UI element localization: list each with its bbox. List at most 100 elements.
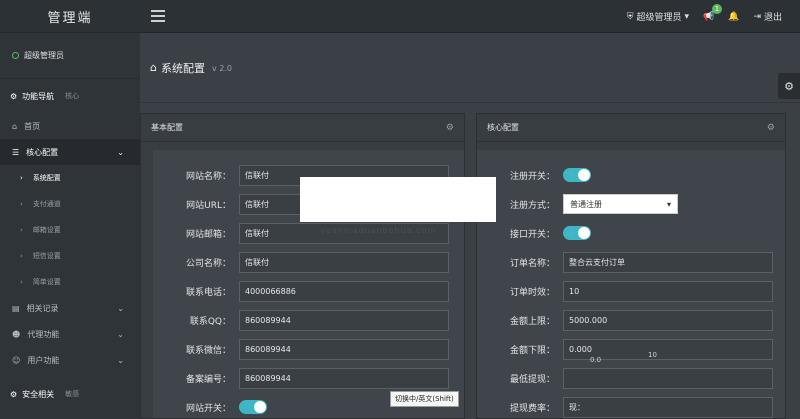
field-label: 订单时效： <box>509 287 555 298</box>
admin-dropdown[interactable]: ⛨ 超级管理员 ▾ <box>626 10 689 24</box>
user-secret-icon: ☻ <box>12 329 21 339</box>
sidebar-item-agent[interactable]: ☻ 代理功能 ⌄ <box>0 321 140 347</box>
field-label: 网站邮箱： <box>185 229 231 240</box>
nav-title: 功能导航 <box>22 91 55 101</box>
page-header: ⌂ 系统配置 v 2.0 <box>140 33 800 103</box>
sidebar-subitem-sms[interactable]: › 短信设置 <box>0 243 140 269</box>
company-name-input[interactable]: 信联付 <box>239 251 449 273</box>
field-label: 网站URL： <box>186 200 231 211</box>
register-mode-select[interactable]: 普通注册 ▾ <box>563 194 678 214</box>
sidebar-subitem-label: 邮箱设置 <box>32 226 61 234</box>
users-icon: ☺ <box>12 355 21 365</box>
panel-title: 基本配置 <box>151 123 183 132</box>
field-row: 联系微信： 860089944 <box>153 338 449 360</box>
sidebar-subitem-label: 短信设置 <box>32 252 61 260</box>
nav-sub: 核心 <box>65 92 80 100</box>
field-row: 联系QQ： 860089944 <box>153 309 449 331</box>
qq-input[interactable]: 860089944 <box>239 309 449 331</box>
register-switch-toggle[interactable] <box>563 168 591 182</box>
order-name-input[interactable]: 整合云支付订单 <box>563 251 773 273</box>
sidebar-subitem-simple[interactable]: › 简单设置 <box>0 269 140 295</box>
sidebar-item-label: 相关记录 <box>26 303 59 313</box>
sidebar-item-label: 用户功能 <box>27 355 60 365</box>
field-row: 注册方式： 普通注册 ▾ <box>477 193 678 215</box>
field-row: 订单时效： 10 <box>477 280 773 302</box>
page-title: 系统配置 <box>160 61 205 75</box>
panel-header: 基本配置 ⚙ <box>141 114 464 142</box>
field-label: 最低提现： <box>509 374 555 385</box>
sidebar-subitem-system-config[interactable]: › 系统配置 <box>0 165 140 191</box>
admin-label: 超级管理员 <box>636 13 682 23</box>
min-withdraw-input[interactable] <box>563 367 773 389</box>
sidebar-subitem-payment-channel[interactable]: › 支付通道 <box>0 191 140 217</box>
fee-input[interactable]: 现： <box>563 396 773 418</box>
field-row: 网站开关： <box>153 396 267 418</box>
home-icon: ⌂ <box>150 61 157 74</box>
amount-max-input[interactable]: 5000.000 <box>563 309 773 331</box>
settings-gear-icon[interactable]: ⚙ <box>778 73 800 99</box>
wechat-input[interactable]: 860089944 <box>239 338 449 360</box>
field-row: 金额下限： 0.000 <box>477 338 773 360</box>
security-section-header: ⚙ 安全相关 敏感 <box>0 377 140 411</box>
panel-body: 注册开关： 注册方式： 普通注册 ▾ 接口开关： 订单名称： 整合云支付订单 订… <box>477 150 785 418</box>
bell-icon[interactable]: 🔔 <box>728 12 739 22</box>
field-row: 联系电话： 4000066886 <box>153 280 449 302</box>
basic-config-panel: 基本配置 ⚙ 网站名称： 信联付 网站URL： 信联付 网站邮箱： 信联付 公司… <box>140 113 465 419</box>
chevron-down-icon: ⌄ <box>117 355 124 365</box>
shield-icon: ⛨ <box>626 11 634 22</box>
garbled-text: 10 <box>648 351 657 359</box>
caret-down-icon: ▾ <box>684 11 689 22</box>
chevron-down-icon: ⌄ <box>117 303 124 313</box>
sidebar-item-user[interactable]: ☺ 用户功能 ⌄ <box>0 347 140 373</box>
security-title: 安全相关 <box>22 389 55 399</box>
field-label: 网站名称： <box>185 171 231 182</box>
chevron-right-icon: › <box>20 174 23 182</box>
field-label: 网站开关： <box>185 403 231 414</box>
field-label: 金额下限： <box>509 345 555 356</box>
sidebar-item-label: 首页 <box>24 121 41 131</box>
top-right-tools: ⛨ 超级管理员 ▾ 📢 1 🔔 ⇥ 退出 <box>627 0 800 33</box>
logout-button[interactable]: ⇥ 退出 <box>753 10 782 24</box>
field-row: 最低提现： <box>477 367 773 389</box>
gear-icon: ⚙ <box>10 389 18 399</box>
megaphone-icon: 📢 <box>703 11 715 22</box>
field-row: 公司名称： 信联付 <box>153 251 449 273</box>
chevron-down-icon: ⌄ <box>117 329 124 339</box>
sidebar-subitem-email[interactable]: › 邮箱设置 <box>0 217 140 243</box>
logout-label: 退出 <box>763 13 782 23</box>
redaction-box <box>300 177 496 222</box>
field-label: 订单名称： <box>509 258 555 269</box>
chevron-right-icon: › <box>20 200 23 208</box>
menu-toggle-icon[interactable] <box>148 8 168 24</box>
panel-header: 核心配置 ⚙ <box>477 114 785 142</box>
icp-input[interactable]: 860089944 <box>239 367 449 389</box>
sidebar-item-home[interactable]: ⌂ 首页 <box>0 113 140 139</box>
chevron-down-icon: ⌄ <box>117 147 124 157</box>
sidebar-subitem-label: 简单设置 <box>32 278 61 286</box>
field-row: 金额上限： 5000.000 <box>477 309 773 331</box>
sliders-icon: ☰ <box>12 147 20 157</box>
site-switch-toggle[interactable] <box>239 400 267 414</box>
sidebar-item-core-config[interactable]: ☰ 核心配置 ⌄ <box>0 139 140 165</box>
notify-button[interactable]: 📢 1 <box>703 3 723 22</box>
field-label: 联系微信： <box>185 345 231 356</box>
order-time-input[interactable]: 10 <box>563 280 773 302</box>
watermark: yuanmaquanbohua.com <box>320 226 437 235</box>
logout-icon: ⇥ <box>753 11 761 22</box>
select-value: 普通注册 <box>570 199 602 209</box>
nav-section-header: ⚙ 功能导航 核心 <box>0 79 140 113</box>
home-icon: ⌂ <box>12 121 18 131</box>
cog-icon[interactable]: ⚙ <box>446 123 454 133</box>
sidebar-item-records[interactable]: ▤ 相关记录 ⌄ <box>0 295 140 321</box>
field-row: 订单名称： 整合云支付订单 <box>477 251 773 273</box>
sidebar-user: 超级管理员 <box>0 33 140 79</box>
core-config-panel: 核心配置 ⚙ 注册开关： 注册方式： 普通注册 ▾ 接口开关： 订单名称： 整合… <box>476 113 786 419</box>
gear-icon: ⚙ <box>10 91 18 101</box>
cog-icon[interactable]: ⚙ <box>767 123 775 133</box>
interface-switch-toggle[interactable] <box>563 226 591 240</box>
sidebar-item-label: 代理功能 <box>27 329 60 339</box>
phone-input[interactable]: 4000066886 <box>239 280 449 302</box>
field-row: 备案编号： 860089944 <box>153 367 449 389</box>
field-label: 联系QQ： <box>189 316 231 327</box>
field-label: 提现费率： <box>509 403 555 414</box>
